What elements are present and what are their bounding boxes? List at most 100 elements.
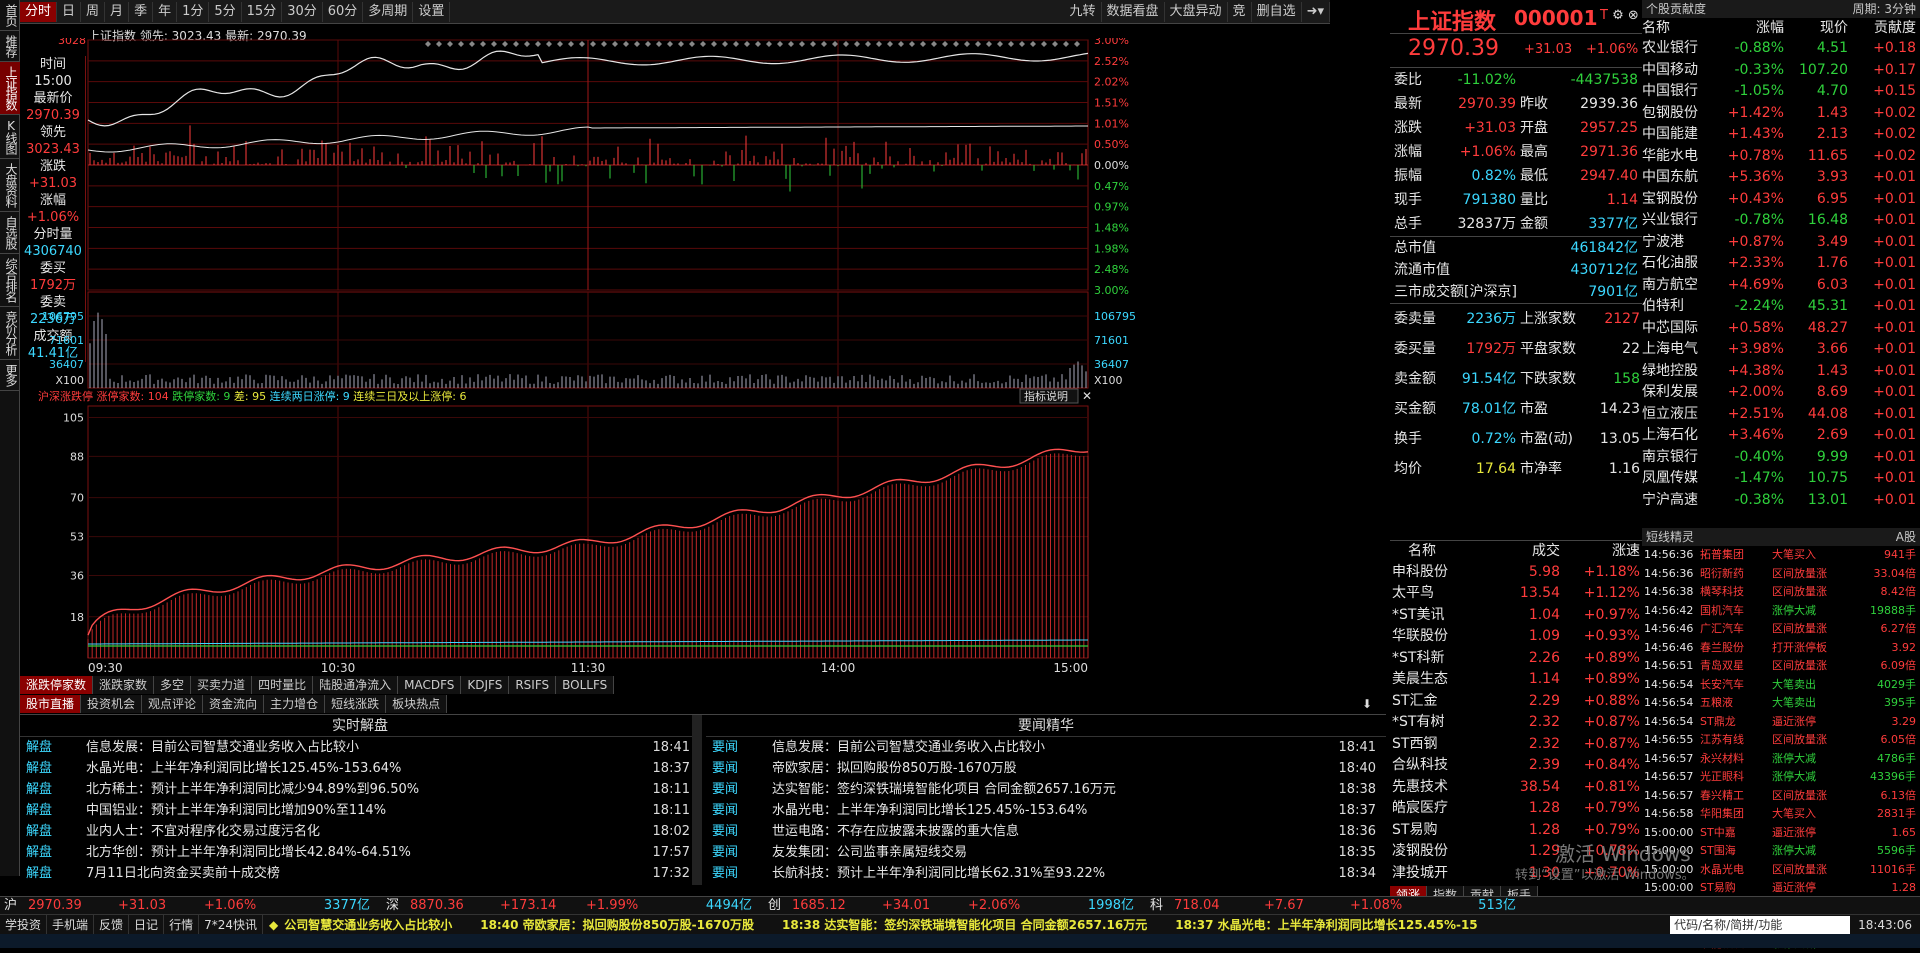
toolbar-right-4[interactable]: 删自选 bbox=[1252, 2, 1302, 22]
news-tab-2[interactable]: 观点评论 bbox=[142, 695, 203, 713]
vtab-3[interactable]: K线图 bbox=[0, 115, 20, 159]
news-item[interactable]: 解盘北方稀土：预计上半年净利润同比减少94.89%到96.50%18:11 bbox=[20, 779, 700, 800]
news-item[interactable]: 要闻水晶光电：上半年净利润同比增长125.45%-153.64%18:37 bbox=[706, 800, 1386, 821]
dx-row[interactable]: 14:56:58华阳集团大笔买入2831手 bbox=[1642, 805, 1920, 824]
indicator-tab-7[interactable]: KDJFS bbox=[461, 676, 509, 694]
index-header-icons[interactable]: T ⚙ ⊗ bbox=[1600, 8, 1639, 23]
rank-header-2[interactable]: 现价 bbox=[1784, 18, 1848, 38]
speed-row[interactable]: 太平鸟13.54+1.12% bbox=[1390, 583, 1642, 605]
speed-row[interactable]: ST西钢2.32+0.87% bbox=[1390, 734, 1642, 756]
period-tab-7[interactable]: 5分 bbox=[209, 2, 241, 22]
period-tab-6[interactable]: 1分 bbox=[177, 2, 209, 22]
dx-row[interactable]: 14:56:46广汇汽车区间放量涨6.27倍 bbox=[1642, 620, 1920, 639]
news-item[interactable]: 解盘7月11日北向资金买卖前十成交榜17:32 bbox=[20, 863, 700, 884]
period-tab-12[interactable]: 设置 bbox=[413, 2, 450, 22]
dx-row[interactable]: 14:56:51青岛双星区间放量涨6.09倍 bbox=[1642, 657, 1920, 676]
news-item[interactable]: 解盘水晶光电：上半年净利润同比增长125.45%-153.64%18:37 bbox=[20, 758, 700, 779]
indicator-tab-5[interactable]: 陆股通净流入 bbox=[313, 676, 398, 694]
bottom-link-3[interactable]: 日记 bbox=[129, 915, 164, 934]
news-item[interactable]: 解盘北方华创：预计上半年净利润同比增长42.84%-64.51%17:57 bbox=[20, 842, 700, 863]
rank-row[interactable]: 宁波港+0.87%3.49+0.01 bbox=[1642, 232, 1920, 254]
rank-period[interactable]: 周期: 3分钟 bbox=[1853, 0, 1917, 18]
news-item[interactable]: 解盘中国铝业：预计上半年净利润同比增加90%至114%18:11 bbox=[20, 800, 700, 821]
search-input[interactable]: 代码/名称/简拼/功能 bbox=[1670, 916, 1850, 934]
dx-row[interactable]: 14:56:57光正眼科涨停大减43396手 bbox=[1642, 768, 1920, 787]
dx-row[interactable]: 14:56:54ST鼎龙逼近涨停3.29 bbox=[1642, 713, 1920, 732]
vtab-6[interactable]: 综合排名 bbox=[0, 254, 20, 307]
rank-row[interactable]: 包钢股份+1.42%1.43+0.02 bbox=[1642, 103, 1920, 125]
dx-row[interactable]: 14:56:42国机汽车涨停大减19888手 bbox=[1642, 602, 1920, 621]
indicator-tab-9[interactable]: BOLLFS bbox=[556, 676, 614, 694]
rank-row[interactable]: 恒立液压+2.51%44.08+0.01 bbox=[1642, 404, 1920, 426]
rank-row[interactable]: 中芯国际+0.58%48.27+0.01 bbox=[1642, 318, 1920, 340]
news-item[interactable]: 解盘业内人士：不宜对程序化交易过度污名化18:02 bbox=[20, 821, 700, 842]
news-tab-0[interactable]: 股市直播 bbox=[20, 695, 81, 713]
news-tab-6[interactable]: 板块热点 bbox=[386, 695, 447, 713]
rank-row[interactable]: 中国东航+5.36%3.93+0.01 bbox=[1642, 167, 1920, 189]
period-tab-3[interactable]: 月 bbox=[105, 2, 129, 22]
rank-header-3[interactable]: 贡献度 bbox=[1848, 18, 1916, 38]
news-tab-1[interactable]: 投资机会 bbox=[81, 695, 142, 713]
toolbar-right-3[interactable]: 竞 bbox=[1228, 2, 1252, 22]
speed-row[interactable]: 先惠技术38.54+0.81% bbox=[1390, 777, 1642, 799]
toolbar-right-0[interactable]: 九转 bbox=[1065, 2, 1102, 22]
speed-row[interactable]: 华联股份1.09+0.93% bbox=[1390, 626, 1642, 648]
dx-row[interactable]: 14:56:38横琴科技区间放量涨8.42倍 bbox=[1642, 583, 1920, 602]
news-item[interactable]: 要闻帝欧家居：拟回购股份850万股-1670万股18:40 bbox=[706, 758, 1386, 779]
dx-row[interactable]: 14:56:57春兴精工区间放量涨6.13倍 bbox=[1642, 787, 1920, 806]
news-left-scrollbar[interactable] bbox=[692, 715, 702, 885]
speed-row[interactable]: *ST科新2.26+0.89% bbox=[1390, 648, 1642, 670]
indicator-tab-8[interactable]: RSIFS bbox=[509, 676, 556, 694]
bottom-link-4[interactable]: 行情 bbox=[164, 915, 199, 934]
rank-row[interactable]: 中国能建+1.43%2.13+0.02 bbox=[1642, 124, 1920, 146]
ticker-item[interactable]: 公司智慧交通业务收入占比较小 bbox=[284, 915, 480, 934]
vtab-5[interactable]: 自选股 bbox=[0, 212, 20, 254]
rank-row[interactable]: 中国银行-1.05%4.70+0.15 bbox=[1642, 81, 1920, 103]
news-item[interactable]: 要闻达实智能：签约深铁瑞境智能化项目 合同金额2657.16万元18:38 bbox=[706, 779, 1386, 800]
vtab-8[interactable]: 更多 bbox=[0, 360, 20, 391]
period-tab-4[interactable]: 季 bbox=[129, 2, 153, 22]
news-tab-5[interactable]: 短线涨跌 bbox=[325, 695, 386, 713]
dx-row[interactable]: 14:56:54五粮液大笔卖出395手 bbox=[1642, 694, 1920, 713]
speed-row[interactable]: *ST有树2.32+0.87% bbox=[1390, 712, 1642, 734]
rank-row[interactable]: 上海石化+3.46%2.69+0.01 bbox=[1642, 425, 1920, 447]
rank-row[interactable]: 宝钢股份+0.43%6.95+0.01 bbox=[1642, 189, 1920, 211]
speed-header-0[interactable]: 名称 bbox=[1390, 541, 1490, 562]
rank-row[interactable]: 南方航空+4.69%6.03+0.01 bbox=[1642, 275, 1920, 297]
speed-row[interactable]: 皓宸医疗1.28+0.79% bbox=[1390, 798, 1642, 820]
dx-row[interactable]: 14:56:36昭衍新药区间放量涨33.04倍 bbox=[1642, 565, 1920, 584]
speed-row[interactable]: 合纵科技2.39+0.84% bbox=[1390, 755, 1642, 777]
dx-row[interactable]: 14:56:54长安汽车大笔卖出4029手 bbox=[1642, 676, 1920, 695]
rank-header-0[interactable]: 名称 bbox=[1642, 18, 1718, 38]
period-tab-8[interactable]: 15分 bbox=[242, 2, 283, 22]
ticker-item[interactable]: 18:38 达实智能：签约深铁瑞境智能化项目 合同金额2657.16万元 bbox=[782, 915, 1175, 934]
rank-row[interactable]: 兴业银行-0.78%16.48+0.01 bbox=[1642, 210, 1920, 232]
news-item[interactable]: 要闻信息发展：目前公司智慧交通业务收入占比较小18:41 bbox=[706, 737, 1386, 758]
news-tab-4[interactable]: 主力增仓 bbox=[264, 695, 325, 713]
vtab-1[interactable]: 推荐 bbox=[0, 31, 20, 62]
news-item[interactable]: 解盘信息发展：目前公司智慧交通业务收入占比较小18:41 bbox=[20, 737, 700, 758]
indicator-tab-4[interactable]: 四时量比 bbox=[252, 676, 313, 694]
rank-row[interactable]: 农业银行-0.88%4.51+0.18 bbox=[1642, 38, 1920, 60]
intraday-chart[interactable]: 3.00%2.52%2.02%1.51%1.01%0.50%0.00%0.47%… bbox=[20, 38, 1390, 678]
ticker-item[interactable]: 18:40 帝欧家居：拟回购股份850万股-1670万股 bbox=[480, 915, 782, 934]
period-tab-0[interactable]: 分时 bbox=[20, 2, 57, 22]
speed-row[interactable]: 美晨生态1.14+0.89% bbox=[1390, 669, 1642, 691]
dx-row[interactable]: 14:56:57永兴材料涨停大减4786手 bbox=[1642, 750, 1920, 769]
bottom-link-5[interactable]: 7*24快讯 bbox=[199, 915, 263, 934]
dx-row[interactable]: 14:56:55江苏有线区间放量涨6.05倍 bbox=[1642, 731, 1920, 750]
news-ticker[interactable]: 公司智慧交通业务收入占比较小18:40 帝欧家居：拟回购股份850万股-1670… bbox=[284, 915, 1670, 934]
rank-row[interactable]: 中国移动-0.33%107.20+0.17 bbox=[1642, 60, 1920, 82]
bottom-link-0[interactable]: 学投资 bbox=[0, 915, 47, 934]
news-item[interactable]: 要闻长航科技：预计上半年净利润同比增长62.31%至93.22%18:34 bbox=[706, 863, 1386, 884]
rank-row[interactable]: 上海电气+3.98%3.66+0.01 bbox=[1642, 339, 1920, 361]
news-item[interactable]: 要闻世运电路：不存在应披露未披露的重大信息18:36 bbox=[706, 821, 1386, 842]
rank-row[interactable]: 华能水电+0.78%11.65+0.02 bbox=[1642, 146, 1920, 168]
toolbar-right-1[interactable]: 数据看盘 bbox=[1102, 2, 1165, 22]
rank-header-1[interactable]: 涨幅 bbox=[1718, 18, 1784, 38]
indicator-tab-3[interactable]: 买卖力道 bbox=[191, 676, 252, 694]
indicator-tab-2[interactable]: 多空 bbox=[154, 676, 191, 694]
period-tab-5[interactable]: 年 bbox=[153, 2, 177, 22]
news-item[interactable]: 要闻友发集团：公司监事亲属短线交易18:35 bbox=[706, 842, 1386, 863]
vtab-7[interactable]: 竞价分析 bbox=[0, 307, 20, 360]
